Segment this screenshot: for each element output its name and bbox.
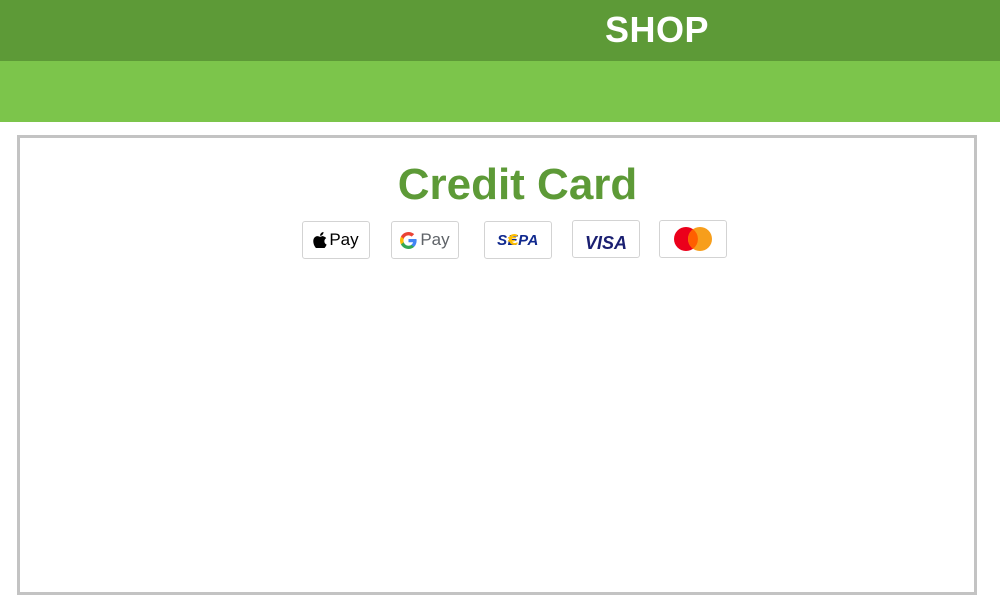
sepa-button[interactable]: SEPA € [484, 221, 552, 259]
visa-label: VISA [584, 232, 627, 253]
mastercard-button[interactable] [659, 220, 727, 258]
google-pay-button[interactable]: Pay [391, 221, 459, 259]
payment-panel: Credit Card [17, 135, 977, 595]
mastercard-icon [674, 227, 712, 251]
google-g-icon [400, 231, 417, 249]
panel-title: Credit Card [397, 160, 638, 209]
apple-icon [313, 232, 327, 248]
sub-header-bar [0, 61, 1000, 122]
google-pay-label: Pay [420, 230, 450, 249]
apple-pay-label: Pay [329, 230, 359, 249]
euro-sign-icon: € [508, 231, 519, 249]
shop-title[interactable]: SHOP [605, 8, 709, 52]
apple-pay-button[interactable]: Pay [302, 221, 370, 259]
visa-button[interactable]: VISA [572, 220, 640, 258]
top-header-bar: SHOP [0, 0, 1000, 61]
